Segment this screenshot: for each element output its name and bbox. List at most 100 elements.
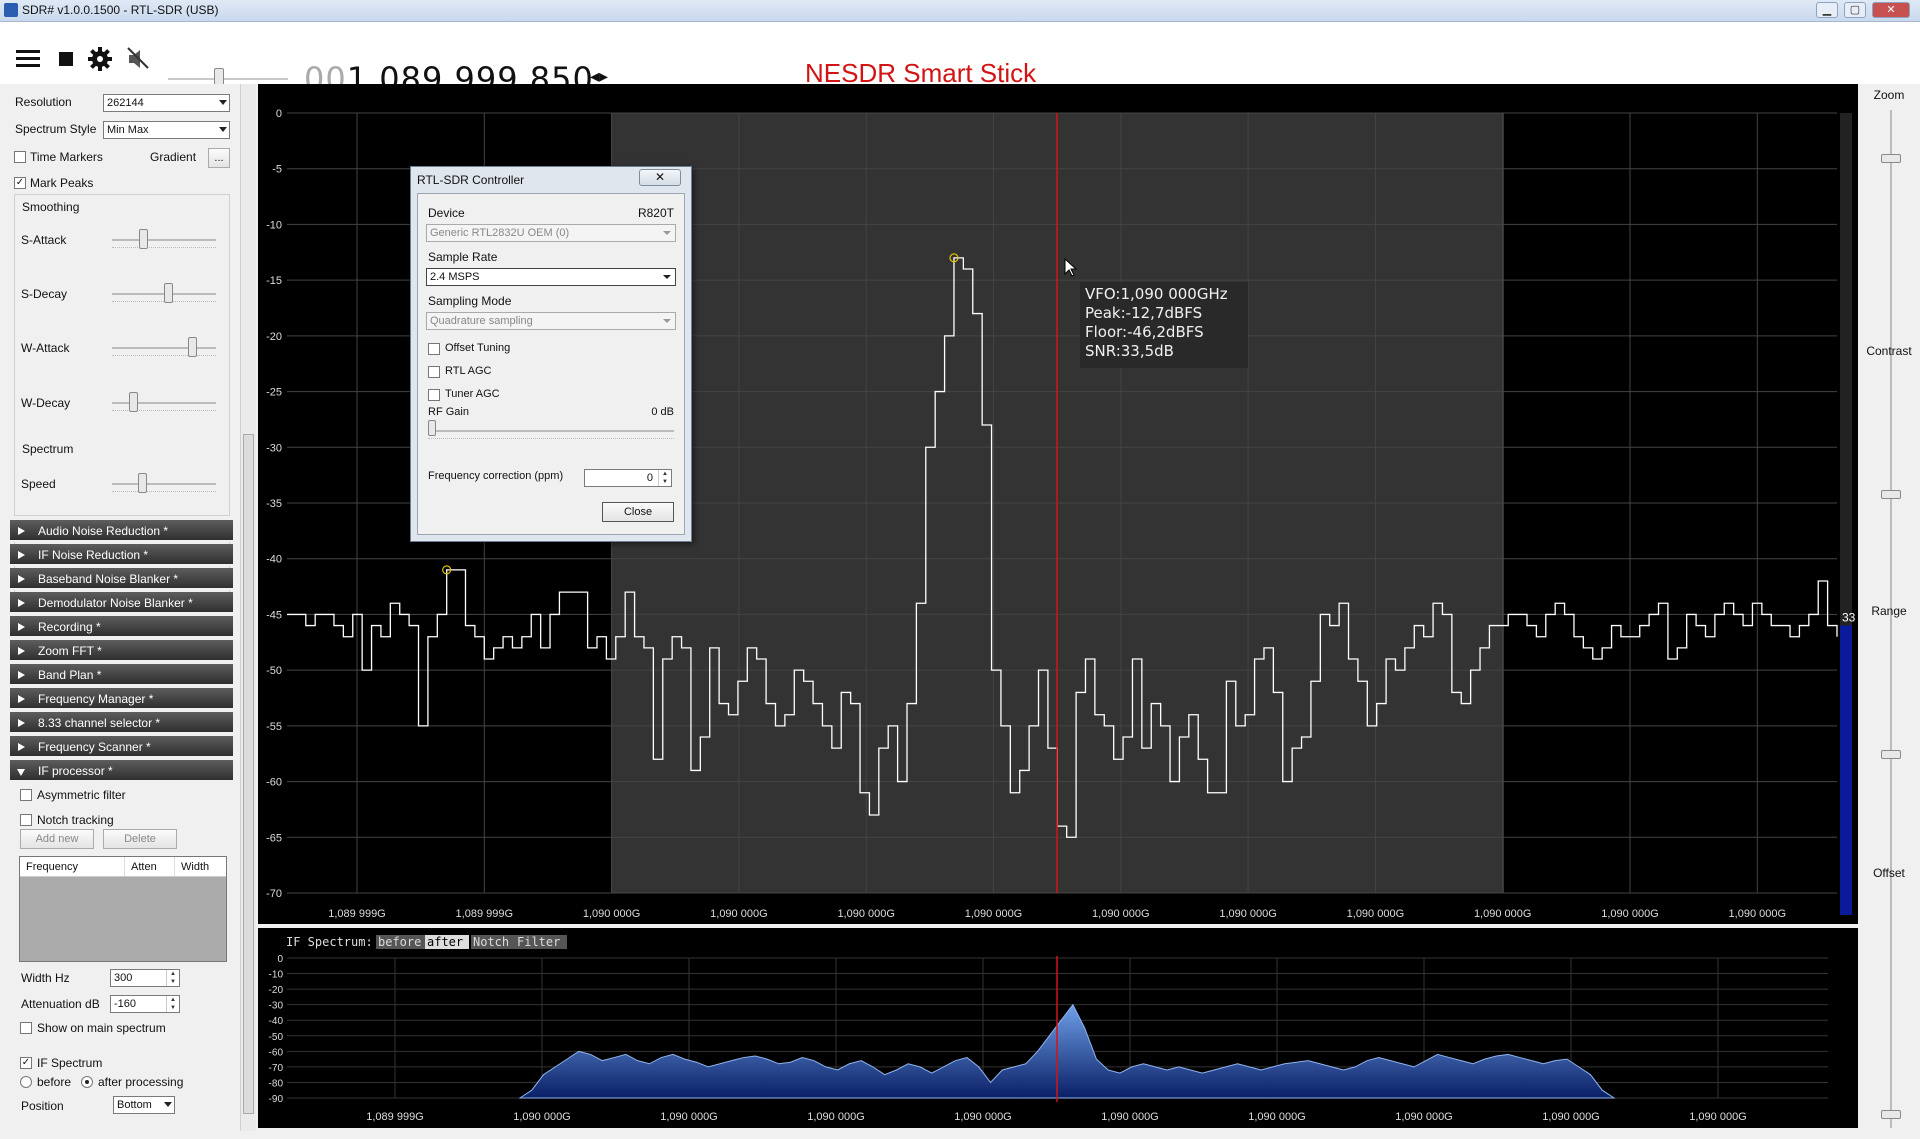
plugin-header-8[interactable]: Frequency Manager * <box>10 688 233 710</box>
s-decay-slider[interactable] <box>112 283 216 305</box>
plugin-header-5[interactable]: Recording * <box>10 616 233 638</box>
tuner-agc-checkbox[interactable] <box>428 389 440 401</box>
add-new-button[interactable]: Add new <box>20 829 94 849</box>
attenuation-input[interactable]: -160 ▲ ▼ <box>110 995 180 1013</box>
frequency-correction-input[interactable]: 0 ▲ ▼ <box>584 469 672 487</box>
y-tick-label: -80 <box>269 1078 284 1089</box>
device-label: Device <box>428 206 465 220</box>
speed-label: Speed <box>21 477 56 491</box>
dialog-close-button[interactable]: Close <box>602 502 674 522</box>
show-on-main-checkbox[interactable] <box>20 1022 32 1034</box>
plugin-label: 8.33 channel selector * <box>38 716 161 730</box>
width-hz-input[interactable]: 300 ▲ ▼ <box>110 969 180 987</box>
spinner-icon[interactable]: ▲ ▼ <box>166 970 179 986</box>
plugin-header-7[interactable]: Band Plan * <box>10 664 233 686</box>
sampling-mode-select[interactable]: Quadrature sampling <box>426 312 676 330</box>
width-hz-value: 300 <box>114 972 133 984</box>
plugin-header-4[interactable]: Demodulator Noise Blanker * <box>10 592 233 614</box>
w-decay-label: W-Decay <box>21 396 71 410</box>
x-tick-label: 1,090 000G <box>1248 1111 1306 1123</box>
if-spectrum-checkbox[interactable]: ✓ <box>20 1057 32 1069</box>
plugin-header-2[interactable]: IF Noise Reduction * <box>10 544 233 566</box>
resolution-select[interactable]: 262144 <box>103 94 230 112</box>
rf-gain-slider[interactable] <box>428 420 674 442</box>
offset-label: Offset <box>1873 866 1905 880</box>
left-panel-scrollbar[interactable] <box>240 84 256 1131</box>
time-markers-checkbox[interactable] <box>14 151 26 163</box>
plugin-header-9[interactable]: 8.33 channel selector * <box>10 712 233 734</box>
window-title: SDR# v1.0.0.1500 - RTL-SDR (USB) <box>22 3 219 17</box>
sample-rate-select[interactable]: 2.4 MSPS <box>426 268 676 286</box>
if-notch-chip: Notch <box>473 935 509 949</box>
spinner-icon[interactable]: ▲ ▼ <box>658 470 671 486</box>
dialog-body: Device R820T Generic RTL2832U OEM (0) Sa… <box>417 193 685 535</box>
snr-bar-fill <box>1840 625 1852 915</box>
if-spectrum-view[interactable]: IF Spectrum: before after Notch Filter 0 -10 -2… <box>258 928 1858 1128</box>
plugin-header-3[interactable]: Baseband Noise Blanker * <box>10 568 233 590</box>
if-before-chip: before <box>378 935 421 949</box>
offset-slider[interactable] <box>1880 888 1902 1128</box>
notch-tracking-checkbox[interactable] <box>20 814 32 826</box>
s-attack-slider[interactable] <box>112 229 216 251</box>
plugin-header-1[interactable]: Audio Noise Reduction * <box>10 520 233 542</box>
rtl-agc-checkbox[interactable] <box>428 366 440 378</box>
spectrum-style-select[interactable]: Min Max <box>103 121 230 139</box>
expand-arrow-icon <box>18 671 25 679</box>
gear-icon[interactable] <box>86 44 114 72</box>
tooltip-snr: SNR:33,5dB <box>1085 342 1174 360</box>
if-after-chip: after <box>427 935 463 949</box>
plugin-header-10[interactable]: Frequency Scanner * <box>10 736 233 758</box>
spectrum-label: Spectrum <box>22 442 74 456</box>
gradient-button[interactable]: ... <box>208 148 230 168</box>
position-select[interactable]: Bottom <box>113 1096 175 1114</box>
sample-rate-value: 2.4 MSPS <box>430 271 480 283</box>
dialog-close-icon[interactable]: ✕ <box>639 169 681 186</box>
before-radio[interactable] <box>20 1076 32 1088</box>
plugin-label: Frequency Manager * <box>38 692 154 706</box>
y-tick-label: -30 <box>266 442 282 454</box>
stop-icon[interactable] <box>52 44 80 72</box>
y-tick-label: -50 <box>266 665 282 677</box>
maximize-button[interactable]: ▢ <box>1844 2 1866 18</box>
speed-slider[interactable] <box>112 473 216 495</box>
sample-rate-label: Sample Rate <box>428 250 498 264</box>
rtl-sdr-controller-dialog[interactable]: RTL-SDR Controller ✕ Device R820T Generi… <box>410 166 692 542</box>
y-tick-label: -5 <box>272 164 282 176</box>
volume-track[interactable] <box>168 78 288 80</box>
plugin-label: Demodulator Noise Blanker * <box>38 596 193 610</box>
if-spectrum-chart: IF Spectrum: before after Notch Filter 0 -10 -2… <box>269 935 1828 1123</box>
asymmetric-filter-checkbox[interactable] <box>20 789 32 801</box>
contrast-slider[interactable] <box>1880 366 1902 666</box>
spectrum-style-value: Min Max <box>107 124 149 136</box>
x-tick-label: 1,090 000G <box>1395 1111 1453 1123</box>
delete-button[interactable]: Delete <box>103 829 177 849</box>
if-header-label: IF Spectrum: <box>286 935 373 949</box>
minimize-button[interactable]: ▁ <box>1816 2 1838 18</box>
x-tick-label: 1,090 000G <box>1689 1111 1747 1123</box>
mute-icon[interactable] <box>124 44 152 72</box>
attenuation-label: Attenuation dB <box>21 997 100 1011</box>
width-hz-label: Width Hz <box>21 971 70 985</box>
x-tick-label: 1,090 000G <box>954 1111 1012 1123</box>
x-tick-label: 1,090 000G <box>1347 908 1405 920</box>
peak-tooltip: VFO:1,090 000GHz Peak:-12,7dBFS Floor:-4… <box>1080 282 1248 368</box>
y-tick-label: -70 <box>266 888 282 900</box>
plugin-header-6[interactable]: Zoom FFT * <box>10 640 233 662</box>
scrollbar-thumb[interactable] <box>243 434 254 1114</box>
x-tick-label: 1,090 000G <box>1474 908 1532 920</box>
w-attack-slider[interactable] <box>112 337 216 359</box>
after-processing-radio[interactable] <box>81 1076 93 1088</box>
notch-table[interactable]: Frequency Atten Width <box>19 856 227 962</box>
y-tick-label: -90 <box>269 1094 284 1105</box>
y-tick-label: -25 <box>266 387 282 399</box>
plugin-header-11[interactable]: IF processor * <box>10 760 233 782</box>
spinner-icon[interactable]: ▲ ▼ <box>166 996 179 1012</box>
mark-peaks-checkbox[interactable]: ✓ <box>14 177 26 189</box>
offset-tuning-checkbox[interactable] <box>428 343 440 355</box>
w-decay-slider[interactable] <box>112 392 216 414</box>
device-select[interactable]: Generic RTL2832U OEM (0) <box>426 224 676 242</box>
close-window-button[interactable]: ✕ <box>1872 2 1910 18</box>
range-slider[interactable] <box>1880 626 1902 926</box>
menu-icon[interactable] <box>14 44 42 72</box>
zoom-slider[interactable] <box>1880 110 1902 410</box>
